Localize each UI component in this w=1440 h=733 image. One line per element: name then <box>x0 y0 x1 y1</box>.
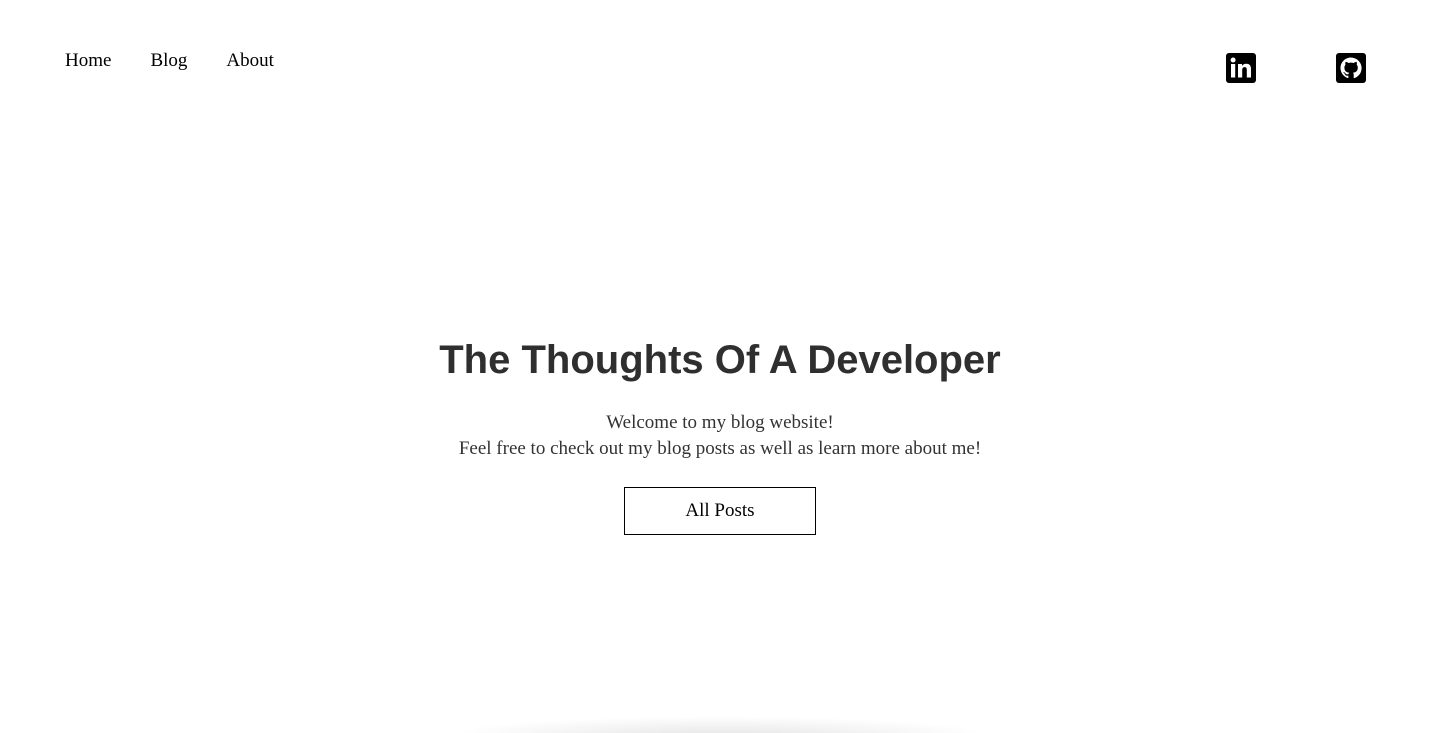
intro-line-1: Welcome to my blog website! <box>606 412 834 433</box>
page-title: The Thoughts Of A Developer <box>439 338 1001 382</box>
github-icon <box>1336 53 1366 83</box>
linkedin-link[interactable] <box>1226 53 1256 83</box>
hero-section: The Thoughts Of A Developer Welcome to m… <box>0 334 1440 535</box>
nav-about-link[interactable]: About <box>226 48 274 74</box>
intro-text: Welcome to my blog website! Feel free to… <box>0 410 1440 462</box>
github-link[interactable] <box>1336 53 1366 83</box>
nav-blog-link[interactable]: Blog <box>150 48 187 74</box>
main-nav: Home Blog About <box>65 48 274 74</box>
intro-line-2: Feel free to check out my blog posts as … <box>458 438 982 459</box>
linkedin-icon <box>1226 53 1256 83</box>
content-card-shadow <box>440 716 1000 733</box>
nav-home-link[interactable]: Home <box>65 48 111 74</box>
all-posts-button[interactable]: All Posts <box>624 487 816 535</box>
